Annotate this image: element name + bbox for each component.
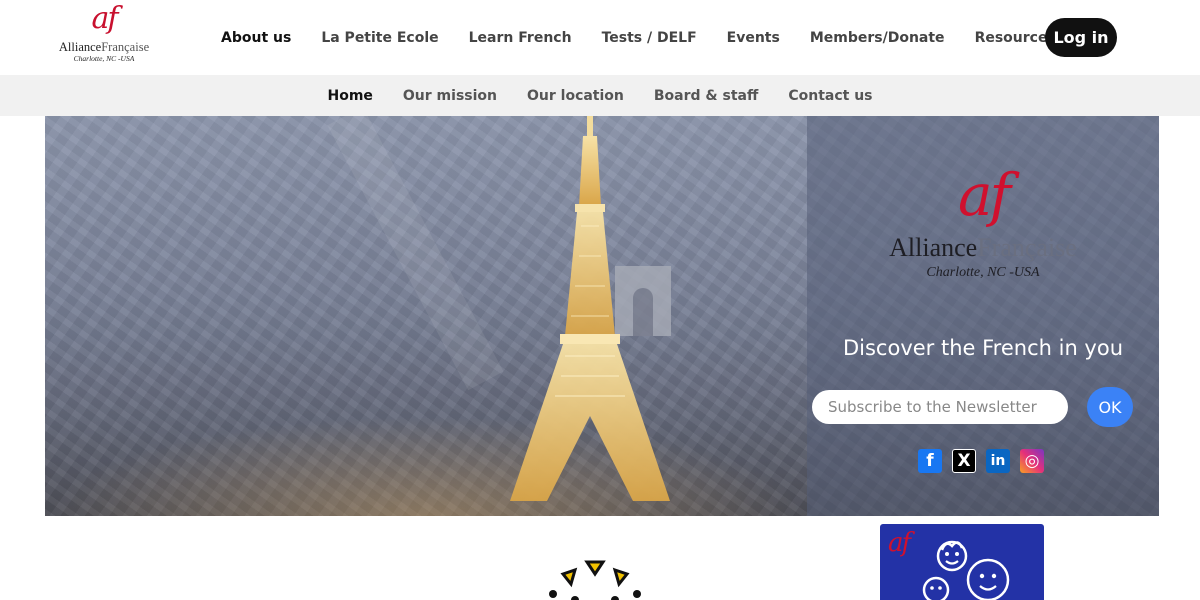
main-nav: About us La Petite Ecole Learn French Te… <box>206 0 1071 75</box>
facebook-icon[interactable]: f <box>918 449 942 473</box>
nav-la-petite-ecole[interactable]: La Petite Ecole <box>306 30 453 46</box>
newsletter-ok-button[interactable]: OK <box>1087 387 1133 427</box>
top-header: af AllianceFrançaise Charlotte, NC -USA … <box>0 0 1200 75</box>
social-links: f X in ◎ <box>918 449 1044 473</box>
hero-logo-name: AllianceFrançaise <box>889 233 1077 262</box>
city-lights-glow <box>45 416 805 516</box>
subnav-our-mission[interactable]: Our mission <box>388 88 512 104</box>
nav-about-us[interactable]: About us <box>206 30 306 46</box>
hero-banner: af AllianceFrançaise Charlotte, NC -USA … <box>45 116 1159 516</box>
decorative-sparkle-icon <box>549 560 641 600</box>
hero-panel: af AllianceFrançaise Charlotte, NC -USA … <box>807 116 1159 516</box>
logo-name: AllianceFrançaise <box>58 40 150 54</box>
petite-ecole-card[interactable]: af <box>880 524 1044 600</box>
hero-tagline: Discover the French in you <box>842 336 1124 360</box>
x-icon[interactable]: X <box>952 449 976 473</box>
subnav-home[interactable]: Home <box>312 88 387 104</box>
children-drawing-icon <box>922 540 1010 600</box>
nav-tests-delf[interactable]: Tests / DELF <box>587 30 712 46</box>
site-logo[interactable]: af AllianceFrançaise Charlotte, NC -USA <box>52 4 156 72</box>
nav-events[interactable]: Events <box>712 30 795 46</box>
instagram-icon[interactable]: ◎ <box>1020 449 1044 473</box>
sub-nav: Home Our mission Our location Board & st… <box>0 75 1200 116</box>
nav-learn-french[interactable]: Learn French <box>454 30 587 46</box>
hero-logo-city: Charlotte, NC -USA <box>926 265 1040 280</box>
login-button[interactable]: Log in <box>1045 18 1117 57</box>
hero-logo: af AllianceFrançaise Charlotte, NC -USA <box>807 166 1159 282</box>
subnav-contact-us[interactable]: Contact us <box>773 88 887 104</box>
hero-logo-mark: af <box>957 161 1011 229</box>
logo-mark: af <box>91 1 119 36</box>
linkedin-icon[interactable]: in <box>986 449 1010 473</box>
hero-road-decoration <box>327 116 504 391</box>
card-logo-mark: af <box>888 528 911 558</box>
eiffel-tower-image <box>510 116 670 501</box>
logo-city: Charlotte, NC -USA <box>73 54 135 63</box>
newsletter-input[interactable] <box>812 390 1068 424</box>
subnav-board-staff[interactable]: Board & staff <box>639 88 773 104</box>
nav-members-donate[interactable]: Members/Donate <box>795 30 960 46</box>
subnav-our-location[interactable]: Our location <box>512 88 639 104</box>
